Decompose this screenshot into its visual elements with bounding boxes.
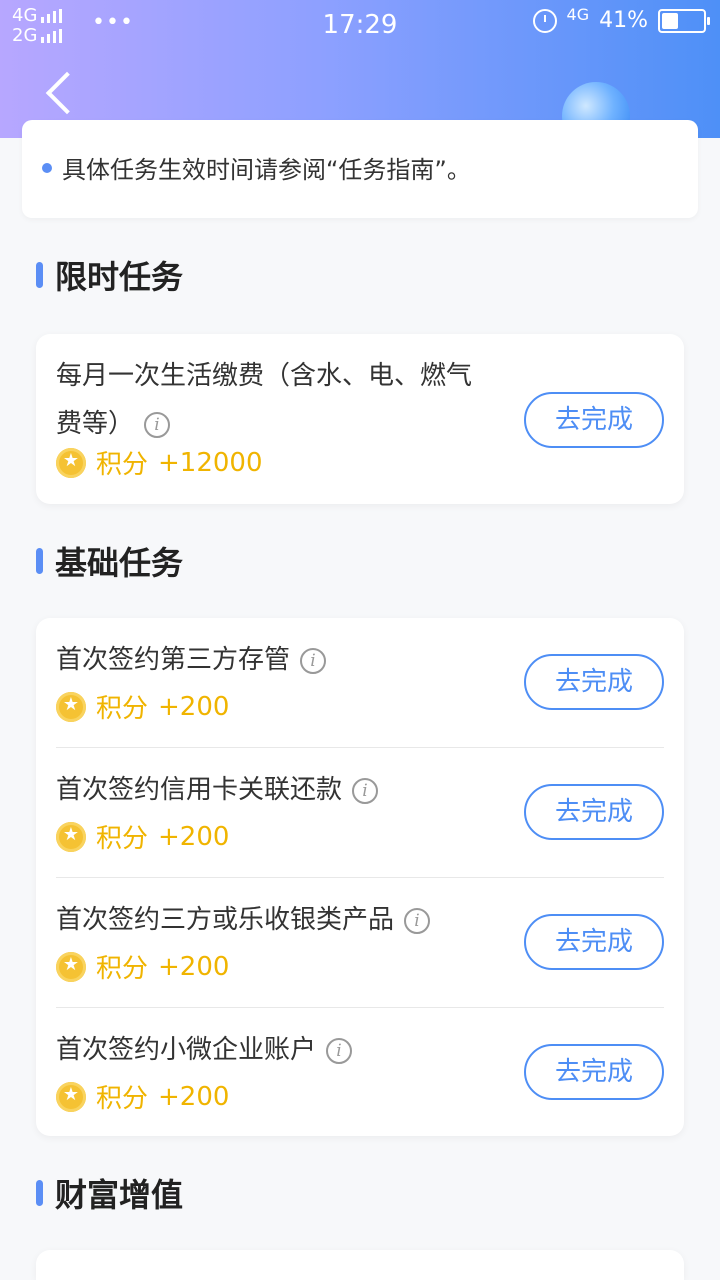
task-name-text: 首次签约信用卡关联还款 xyxy=(56,775,343,805)
network-label: 4G xyxy=(566,5,590,24)
task-name-line-2: 费等） xyxy=(56,409,135,439)
points-value: +200 xyxy=(158,951,230,982)
task-name-text: 首次签约小微企业账户 xyxy=(56,1035,317,1065)
task-row: 首次签约小微企业账户 i 积分 +200 去完成 xyxy=(56,1028,664,1128)
task-points: 积分 +200 xyxy=(56,688,229,725)
complete-button[interactable]: 去完成 xyxy=(524,392,664,448)
section-title-wealth: 财富增值 xyxy=(36,1170,183,1216)
divider xyxy=(56,1007,664,1008)
task-name-text: 首次签约第三方存管 xyxy=(56,645,291,675)
info-icon[interactable]: i xyxy=(404,907,431,934)
coin-star-icon xyxy=(56,821,86,852)
points-value: +12000 xyxy=(158,447,263,478)
task-row: 首次签约信用卡关联还款 i 积分 +200 去完成 xyxy=(56,768,664,878)
info-icon[interactable]: i xyxy=(326,1037,353,1064)
section-accent-bar xyxy=(36,262,43,288)
divider xyxy=(56,877,664,878)
battery-icon xyxy=(658,8,710,33)
points-value: +200 xyxy=(158,821,230,852)
task-name: 首次签约信用卡关联还款 i xyxy=(56,768,379,812)
notice-text: 具体任务生效时间请参阅“任务指南”。 xyxy=(62,156,471,184)
coin-star-icon xyxy=(56,951,86,982)
points-label: 积分 xyxy=(96,824,149,854)
divider xyxy=(56,747,664,748)
section-title-basic: 基础任务 xyxy=(36,538,183,584)
task-points: 积分 +200 xyxy=(56,818,229,855)
status-bar: 4G 2G ••• 17:29 4G 41% xyxy=(0,0,720,54)
complete-button[interactable]: 去完成 xyxy=(524,914,664,970)
section-accent-bar xyxy=(36,548,43,574)
bullet-dot xyxy=(42,163,52,173)
complete-button[interactable]: 去完成 xyxy=(524,654,664,710)
points-label: 积分 xyxy=(96,450,149,480)
coin-star-icon xyxy=(56,447,86,478)
task-points: 积分 +200 xyxy=(56,1078,229,1115)
task-name: 每月一次生活缴费（含水、电、燃气 费等） i xyxy=(56,352,472,448)
basic-tasks-card: 首次签约第三方存管 i 积分 +200 去完成 首次签约信用卡关联还款 i 积分 +… xyxy=(36,618,684,1136)
task-name-line-1: 每月一次生活缴费（含水、电、燃气 xyxy=(56,361,473,391)
info-icon[interactable]: i xyxy=(300,647,327,674)
task-name: 首次签约小微企业账户 i xyxy=(56,1028,353,1072)
task-row: 每月一次生活缴费（含水、电、燃气 费等） i 积分 +12000 去完成 xyxy=(56,352,664,492)
status-right: 4G 41% xyxy=(532,5,710,33)
task-row: 首次签约第三方存管 i 积分 +200 去完成 xyxy=(56,638,664,748)
section-title-limited: 限时任务 xyxy=(36,252,183,298)
task-name: 首次签约三方或乐收银类产品 i xyxy=(56,898,431,942)
task-name: 首次签约第三方存管 i xyxy=(56,638,327,682)
task-points: 积分 +200 xyxy=(56,948,229,985)
section-accent-bar xyxy=(36,1180,43,1206)
info-icon[interactable]: i xyxy=(144,411,171,438)
points-label: 积分 xyxy=(96,954,149,984)
coin-star-icon xyxy=(56,1081,86,1112)
info-icon[interactable]: i xyxy=(352,777,379,804)
complete-button[interactable]: 去完成 xyxy=(524,784,664,840)
section-title-text: 财富增值 xyxy=(55,1176,184,1214)
task-row: 首次签约三方或乐收银类产品 i 积分 +200 去完成 xyxy=(56,898,664,1008)
task-name-text: 首次签约三方或乐收银类产品 xyxy=(56,905,395,935)
points-value: +200 xyxy=(158,1081,230,1112)
notice-card: 具体任务生效时间请参阅“任务指南”。 xyxy=(22,120,698,218)
task-points: 积分 +12000 xyxy=(56,444,263,481)
wealth-tasks-card xyxy=(36,1250,684,1280)
points-label: 积分 xyxy=(96,694,149,724)
battery-percent: 41% xyxy=(599,8,648,33)
points-label: 积分 xyxy=(96,1084,149,1114)
battery-fill xyxy=(662,12,678,29)
section-title-text: 限时任务 xyxy=(55,258,184,296)
limited-tasks-card: 每月一次生活缴费（含水、电、燃气 费等） i 积分 +12000 去完成 xyxy=(36,334,684,504)
header: 4G 2G ••• 17:29 4G 41% xyxy=(0,0,720,138)
section-title-text: 基础任务 xyxy=(55,544,184,582)
points-value: +200 xyxy=(158,691,230,722)
chevron-left-icon[interactable] xyxy=(45,71,89,115)
coin-star-icon xyxy=(56,691,86,722)
complete-button[interactable]: 去完成 xyxy=(524,1044,664,1100)
alarm-icon xyxy=(532,8,557,33)
